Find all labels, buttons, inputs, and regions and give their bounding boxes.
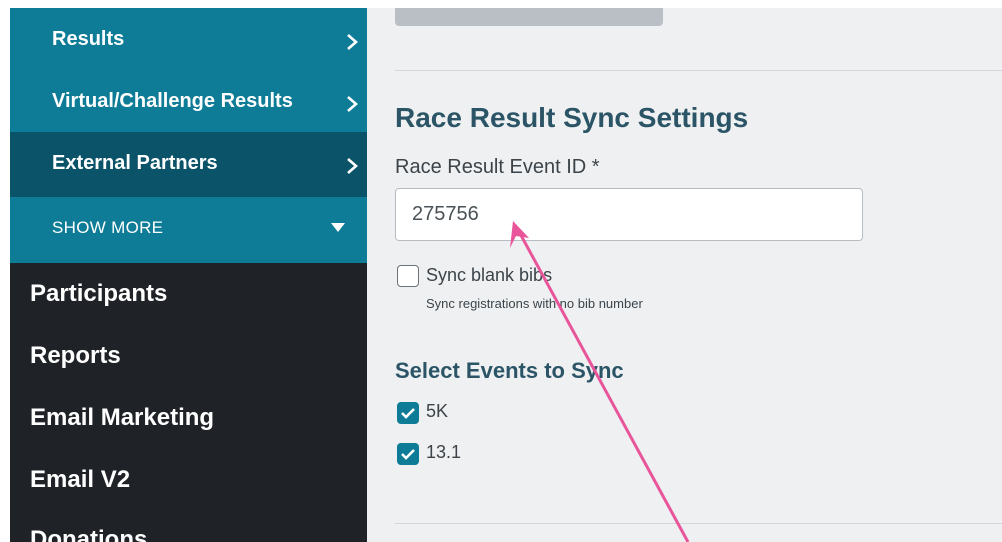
section-divider	[395, 70, 1002, 71]
sidebar-subitem-results[interactable]: Results	[10, 8, 367, 70]
sidebar-item-email-v2[interactable]: Email V2	[30, 466, 130, 494]
sync-blank-bibs-label: Sync blank bibs	[426, 265, 553, 285]
event-13-1-label: 13.1	[426, 442, 462, 462]
page-title: Race Result Sync Settings	[395, 102, 749, 133]
sync-blank-bibs-hint: Sync registrations with no bib number	[426, 296, 643, 311]
show-more-toggle[interactable]: SHOW MORE	[10, 197, 367, 263]
screenshot-frame: Results Virtual/Challenge Results Extern…	[0, 0, 1002, 542]
sidebar-item-participants[interactable]: Participants	[30, 280, 167, 308]
chevron-right-icon	[347, 158, 358, 174]
sidebar-item-reports[interactable]: Reports	[30, 342, 121, 370]
top-action-button[interactable]	[395, 8, 663, 26]
event-5k-checkbox[interactable]	[397, 402, 419, 424]
sidebar-subitem-label: Results	[52, 28, 125, 50]
sidebar: Results Virtual/Challenge Results Extern…	[10, 8, 367, 542]
show-more-label: SHOW MORE	[52, 218, 164, 237]
sidebar-subitem-virtual-challenge-results[interactable]: Virtual/Challenge Results	[10, 70, 367, 132]
chevron-right-icon	[347, 34, 358, 50]
event-13-1-checkbox[interactable]	[397, 443, 419, 465]
checkmark-icon	[401, 408, 415, 419]
sidebar-item-donations[interactable]: Donations	[30, 526, 147, 542]
checkmark-icon	[401, 449, 415, 460]
sidebar-subitem-label: External Partners	[52, 152, 218, 174]
main-content: Race Result Sync Settings Race Result Ev…	[367, 8, 1002, 542]
section-divider	[395, 523, 1002, 524]
caret-down-icon	[331, 223, 345, 232]
sidebar-subitem-external-partners[interactable]: External Partners	[10, 132, 367, 197]
sync-blank-bibs-checkbox[interactable]	[397, 265, 419, 287]
chevron-right-icon	[347, 96, 358, 112]
event-5k-label: 5K	[426, 401, 449, 421]
event-id-input[interactable]	[395, 188, 863, 241]
sidebar-item-email-marketing[interactable]: Email Marketing	[30, 404, 214, 432]
events-section-title: Select Events to Sync	[395, 358, 624, 383]
sidebar-subitem-label: Virtual/Challenge Results	[52, 90, 293, 112]
event-id-label: Race Result Event ID *	[395, 156, 600, 178]
